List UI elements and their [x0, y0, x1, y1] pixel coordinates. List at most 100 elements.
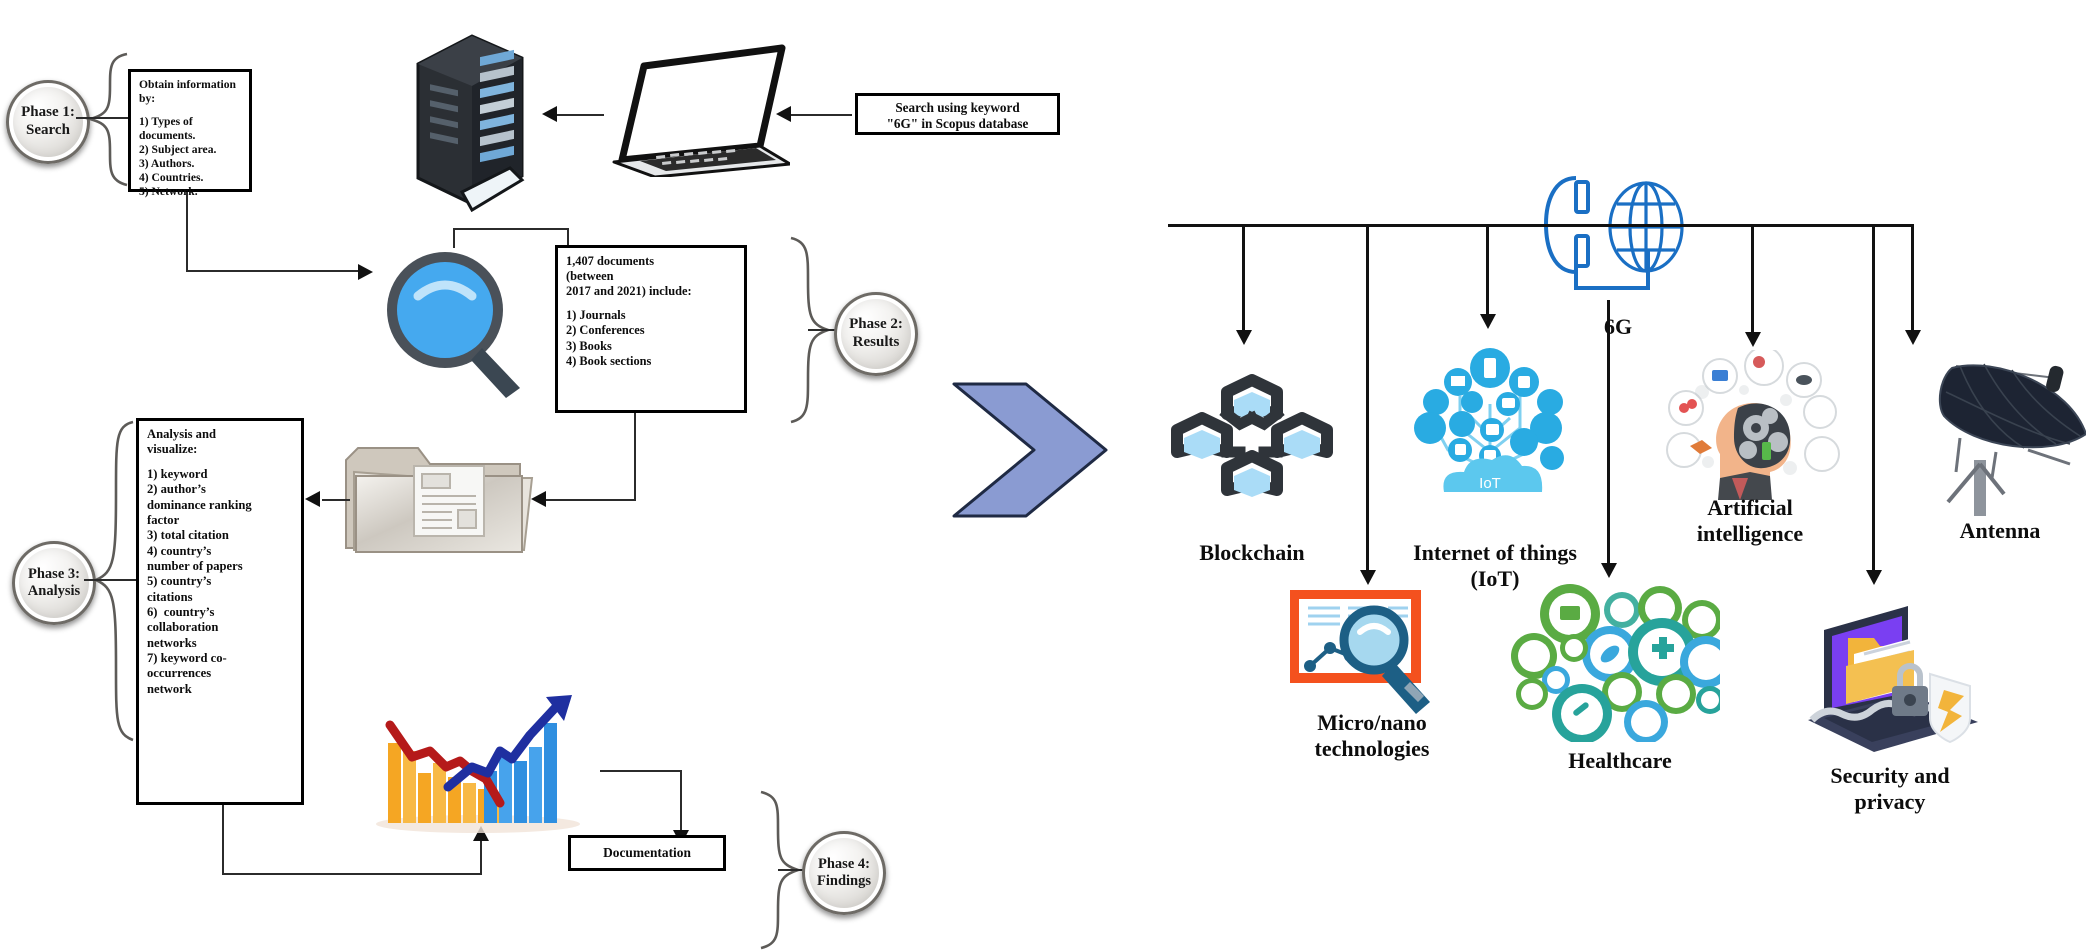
phase-1-brace — [85, 52, 128, 187]
arrow-keyword-to-laptop-line — [790, 114, 852, 116]
results-line-6: 3) Books — [566, 338, 612, 353]
phase-2-line1: Phase 2: — [849, 316, 903, 333]
phase-1-line2: Search — [26, 122, 70, 138]
results-line-2: 2017 and 2021) include: — [566, 284, 692, 299]
branch-micronano-line — [1366, 224, 1369, 572]
hub-distribution-bus — [1168, 224, 1914, 227]
laptop-icon — [612, 44, 790, 177]
search-keyword-line2: "6G" in Scopus database — [886, 116, 1029, 132]
documentation-label: Documentation — [603, 845, 691, 860]
folder-document-icon — [345, 447, 534, 553]
analysis-line-13: collaboration — [147, 620, 219, 635]
phase-3-brace — [92, 420, 134, 742]
laptop-lock-icon — [1808, 606, 1978, 752]
chart-up-line — [480, 840, 482, 875]
branch-micronano-head — [1360, 570, 1376, 585]
branch-ai-head — [1745, 332, 1761, 347]
search-keyword-line1: Search using keyword — [895, 100, 1020, 115]
phase-3-badge[interactable]: Phase 3: Analysis — [12, 541, 96, 625]
results-line-5: 2) Conferences — [566, 323, 645, 338]
branch-iot-head — [1480, 314, 1496, 329]
branch-blockchain-head — [1236, 330, 1252, 345]
results-to-folder-v — [634, 413, 636, 501]
phase-4-line1: Phase 4: — [818, 855, 870, 872]
server-down-line — [453, 228, 455, 248]
data-magnifier-icon — [1290, 590, 1430, 714]
obtain-line-7: 4) Countries. — [139, 171, 204, 185]
analysis-line-8: 4) country’s — [147, 543, 212, 558]
hub-6g-label: 6G — [1578, 288, 1658, 341]
analysis-line-1: visualize: — [147, 442, 198, 457]
branch-antenna-head — [1905, 330, 1921, 345]
phase-2-line2: Results — [852, 334, 900, 350]
branch-healthcare-line — [1607, 300, 1610, 565]
obtain-line-6: 3) Authors. — [139, 157, 195, 171]
analysis-line-12: 6) country’s — [147, 605, 215, 620]
phase-1-badge[interactable]: Phase 1: Search — [6, 80, 90, 164]
server-rack-icon — [416, 34, 525, 213]
analysis-line-6: factor — [147, 512, 180, 527]
satellite-dish-icon — [1938, 363, 2086, 516]
analysis-visualize-box: Analysis and visualize: 1) keyword 2) au… — [136, 418, 304, 805]
analysis-line-0: Analysis and — [147, 427, 216, 441]
svg-text:IoT: IoT — [1479, 475, 1501, 492]
server-to-results-h — [453, 228, 569, 230]
phase-4-badge[interactable]: Phase 4: Findings — [802, 831, 886, 915]
branch-security-line — [1872, 224, 1875, 572]
phase-1-line1: Phase 1: — [21, 104, 75, 121]
obtain-down-line — [186, 192, 188, 272]
phase-3-line1: Phase 3: — [28, 565, 80, 582]
results-line-4: 1) Journals — [566, 308, 626, 323]
results-line-1: (between — [566, 269, 614, 284]
analysis-line-4: 2) author’s — [147, 482, 206, 497]
results-line-0: 1,407 documents — [566, 254, 655, 268]
results-line-7: 4) Book sections — [566, 353, 652, 368]
branch-security-head — [1866, 570, 1882, 585]
obtain-spacer — [139, 106, 241, 114]
phase-2-badge[interactable]: Phase 2: Results — [834, 292, 918, 376]
search-keyword-box: Search using keyword "6G" in Scopus data… — [855, 93, 1060, 135]
obtain-to-magnifier-h — [186, 270, 361, 272]
folder-to-analysis-head — [305, 491, 320, 507]
analysis-to-chart-h — [222, 873, 482, 875]
magnifier-icon — [387, 252, 520, 398]
bar-chart-trend-icon — [376, 695, 580, 833]
analysis-line-5: dominance ranking — [147, 497, 252, 512]
arrow-laptop-to-server-head — [542, 106, 557, 122]
analysis-line-9: number of papers — [147, 558, 243, 573]
ai-head-icon — [1666, 350, 1840, 500]
label-antenna: Antenna — [1959, 518, 2041, 543]
analysis-line-3: 1) keyword — [147, 466, 208, 481]
label-security: Security and privacy — [1830, 763, 1950, 815]
phase-4-line2: Findings — [817, 873, 871, 889]
arrow-laptop-to-server-line — [556, 114, 604, 116]
label-blockchain: Blockchain — [1199, 540, 1305, 565]
obtain-line-3: 1) Types of — [139, 114, 193, 128]
phase-1-stub — [76, 117, 128, 119]
analysis-line-17: network — [147, 681, 192, 696]
phase-3-line2: Analysis — [27, 583, 81, 599]
iot-tree-icon: IoT — [1414, 348, 1564, 492]
branch-blockchain-line — [1242, 224, 1245, 332]
label-healthcare: Healthcare — [1568, 748, 1672, 773]
results-to-folder-h — [545, 499, 636, 501]
branch-iot-line — [1486, 224, 1489, 316]
chevron-arrow — [952, 382, 1108, 518]
branch-antenna-line — [1911, 224, 1914, 332]
analysis-line-16: occurrences — [147, 666, 212, 681]
results-documents-box: 1,407 documents (between 2017 and 2021) … — [555, 245, 747, 413]
obtain-line-0: Obtain information — [139, 78, 236, 91]
analysis-line-14: networks — [147, 635, 197, 650]
doc-down-line — [680, 770, 682, 832]
label-ai: Artificial intelligence — [1696, 495, 1804, 547]
analysis-line-15: 7) keyword co- — [147, 651, 227, 666]
diagram-canvas: Phase 1: Search Obtain information by: 1… — [0, 0, 2086, 951]
analysis-line-7: 3) total citation — [147, 528, 229, 543]
branch-ai-line — [1751, 224, 1754, 334]
obtain-to-magnifier-head — [358, 264, 373, 280]
blockchain-cubes-icon — [1171, 374, 1333, 497]
analysis-line-11: citations — [147, 589, 193, 604]
obtain-line-4: documents. — [139, 128, 196, 142]
phase-3-stub — [84, 579, 136, 581]
obtain-information-box: Obtain information by: 1) Types of docum… — [128, 69, 252, 198]
